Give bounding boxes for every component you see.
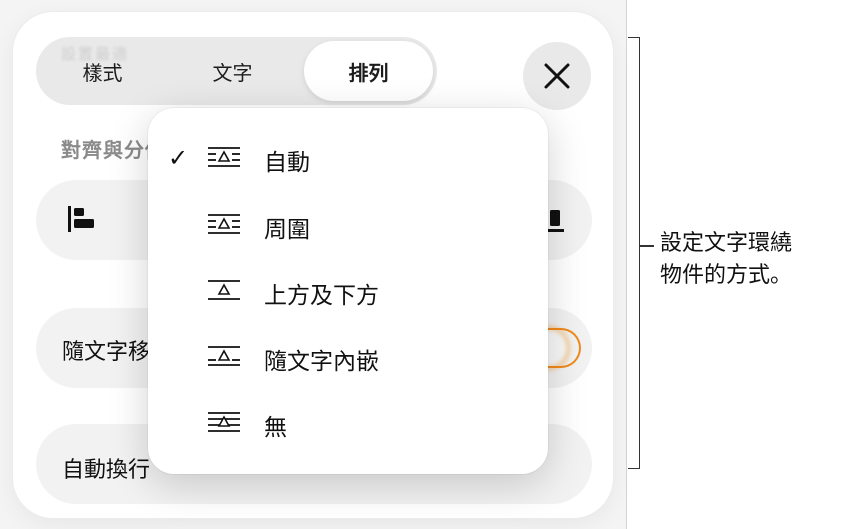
menu-item-label: 上方及下方 xyxy=(264,283,379,309)
format-tabs: 設置最適 樣式 文字 排列 xyxy=(36,37,437,105)
menu-item-label: 無 xyxy=(264,415,287,441)
wrap-auto-icon xyxy=(208,147,240,167)
callout-line-2: 物件的方式。 xyxy=(660,263,793,288)
wrap-none-icon xyxy=(208,412,240,432)
wrap-above-below-icon xyxy=(208,280,240,300)
menu-item-inline[interactable]: 隨文字內嵌 xyxy=(148,327,548,387)
callout-bracket xyxy=(628,37,640,469)
menu-item-label: 自動 xyxy=(264,150,310,176)
menu-item-label: 周圍 xyxy=(264,217,310,243)
wrap-around-icon xyxy=(208,214,240,234)
wrap-inline-icon xyxy=(208,346,240,366)
checkmark-icon: ✓ xyxy=(168,144,189,172)
menu-item-above-below[interactable]: 上方及下方 xyxy=(148,261,548,321)
tab-arrange[interactable]: 排列 xyxy=(304,41,433,101)
menu-item-none[interactable]: 無 xyxy=(148,393,548,453)
callout-line-1: 設定文字環繞 xyxy=(660,231,793,256)
tab-style[interactable]: 樣式 xyxy=(40,41,165,101)
tab-text[interactable]: 文字 xyxy=(165,41,300,101)
close-icon xyxy=(544,63,570,89)
close-button[interactable] xyxy=(523,42,591,110)
callout-leader-line xyxy=(640,245,654,247)
menu-item-label: 隨文字內嵌 xyxy=(264,349,379,375)
menu-item-around[interactable]: 周圍 xyxy=(148,195,548,255)
align-bottom-icon[interactable] xyxy=(544,204,574,234)
align-left-icon[interactable] xyxy=(66,204,96,234)
text-wrap-label: 自動換行 xyxy=(62,458,151,483)
text-wrap-menu: ✓ 自動 周圍 上方及下方 隨文字內嵌 無 xyxy=(148,108,548,474)
menu-item-auto[interactable]: ✓ 自動 xyxy=(148,128,548,188)
callout-text: 設定文字環繞 物件的方式。 xyxy=(660,228,850,292)
